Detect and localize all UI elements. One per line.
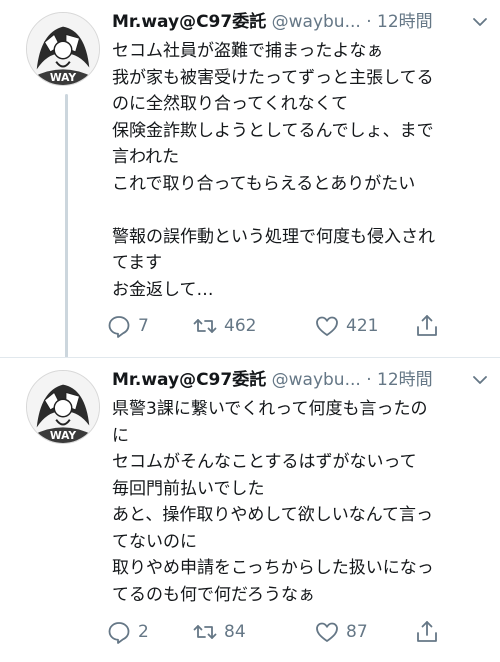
display-name[interactable]: Mr.way@C97委託: [112, 370, 266, 390]
tweet-header: Mr.way@C97委託 @waybu... · 12時間: [112, 368, 490, 392]
tweet-text-line: てるのも何で何だろうなぁ: [112, 584, 315, 605]
like-button[interactable]: 421: [314, 312, 378, 340]
tweet-text-line: 言われた: [112, 147, 180, 167]
reply-icon: [108, 622, 130, 644]
tweet-text-line: に: [112, 425, 129, 446]
avatar-logo-text: WAY: [50, 71, 77, 84]
tweet-actions: 2 84 87: [106, 618, 446, 646]
tweet-text-line: これで取り合ってもらえるとありがたい: [112, 173, 416, 194]
tweet-text-line: てないのに: [112, 531, 197, 552]
tweet-text-line: 取りやめ申請をこっちからした扱いになっ: [112, 558, 434, 578]
share-icon: [417, 621, 437, 642]
avatar-image: WAY: [27, 371, 99, 443]
retweet-count: 462: [224, 316, 257, 336]
reply-button[interactable]: 2: [106, 618, 149, 646]
display-name[interactable]: Mr.way@C97委託: [112, 12, 266, 32]
retweet-icon: [193, 625, 217, 639]
separator-dot: ·: [366, 370, 372, 390]
tweet-text-line: のに全然取り合ってくれなくて: [112, 94, 349, 114]
share-button[interactable]: [414, 312, 440, 340]
tweet[interactable]: WAY Mr.way@C97委託 @waybu... · 12時間 県警3課に繋…: [0, 358, 500, 662]
tweet-text-line: お金返して…: [112, 279, 214, 300]
separator-dot: ·: [366, 12, 372, 32]
timestamp[interactable]: 12時間: [377, 12, 433, 32]
like-button[interactable]: 87: [314, 618, 368, 646]
avatar-image: WAY: [27, 13, 99, 85]
tweet-actions: 7 462 421: [106, 312, 446, 340]
avatar[interactable]: WAY: [26, 12, 100, 86]
timestamp[interactable]: 12時間: [377, 370, 433, 390]
tweet-text-line: 毎回門前払いでした: [112, 478, 265, 499]
chevron-down-icon[interactable]: [470, 370, 490, 390]
heart-icon: [316, 316, 338, 336]
heart-icon: [316, 622, 338, 642]
avatar-logo-text: WAY: [50, 429, 77, 442]
tweet-text: セコム社員が盗難で捕まったよなぁ 我が家も被害受けたってずっと主張してる のに全…: [112, 38, 486, 303]
tweet-text-line: セコム社員が盗難で捕まったよなぁ: [112, 41, 384, 61]
retweet-count: 84: [224, 622, 246, 642]
like-count: 421: [346, 316, 379, 336]
tweet-text-line: てます: [112, 253, 163, 273]
share-icon: [417, 315, 437, 336]
tweet-text-line: 保険金詐欺しようとしてるんでしょ、まで: [112, 120, 434, 141]
chevron-down-icon[interactable]: [470, 12, 490, 32]
tweet-text-line: あと、操作取りやめして欲しいなんて言っ: [112, 505, 433, 525]
avatar[interactable]: WAY: [26, 370, 100, 444]
retweet-icon: [193, 319, 217, 333]
user-handle[interactable]: @waybu...: [272, 370, 361, 390]
reply-icon: [108, 316, 130, 338]
reply-button[interactable]: 7: [106, 312, 149, 340]
tweet[interactable]: WAY Mr.way@C97委託 @waybu... · 12時間 セコム社員が…: [0, 0, 500, 358]
tweet-text-line: 我が家も被害受けたってずっと主張してる: [112, 67, 434, 88]
share-button[interactable]: [414, 618, 440, 646]
tweet-thread: WAY Mr.way@C97委託 @waybu... · 12時間 セコム社員が…: [0, 0, 500, 662]
tweet-text-line: 県警3課に繋いでくれって何度も言ったの: [112, 399, 428, 419]
tweet-header: Mr.way@C97委託 @waybu... · 12時間: [112, 10, 490, 34]
retweet-button[interactable]: 84: [192, 618, 246, 646]
tweet-text-line: 警報の誤作動という処理で何度も侵入され: [112, 226, 435, 247]
tweet-text-line: セコムがそんなことするはずがないって: [112, 452, 417, 472]
like-count: 87: [346, 622, 368, 642]
reply-count: 2: [138, 622, 149, 642]
retweet-button[interactable]: 462: [192, 312, 256, 340]
reply-count: 7: [138, 316, 149, 336]
user-handle[interactable]: @waybu...: [272, 12, 361, 32]
tweet-text: 県警3課に繋いでくれって何度も言ったの に セコムがそんなことするはずがないって…: [112, 396, 486, 608]
